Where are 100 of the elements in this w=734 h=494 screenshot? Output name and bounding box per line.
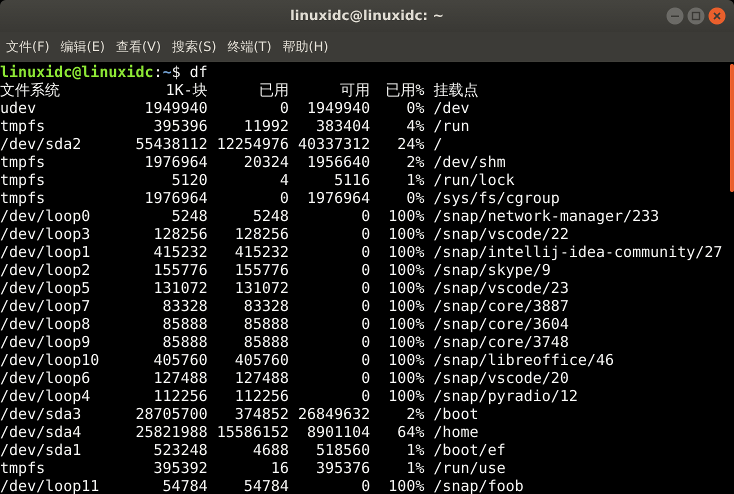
table-cell: /dev/loop10 — [0, 351, 100, 369]
table-cell: 100% — [388, 279, 424, 297]
table-cell: 0 — [361, 261, 370, 279]
table-cell: 54784 — [162, 477, 208, 494]
table-cell: 0 — [361, 351, 370, 369]
table-cell: 100% — [388, 297, 424, 315]
table-cell: /snap/vscode/23 — [433, 279, 569, 297]
table-cell: 83328 — [244, 297, 289, 315]
table-cell: /dev/sda2 — [0, 135, 82, 153]
table-cell: 100% — [388, 315, 424, 333]
table-cell: /dev/loop6 — [0, 369, 90, 387]
table-cell: 4% — [406, 117, 424, 135]
table-cell: /run/lock — [433, 171, 515, 189]
table-cell: 16 — [270, 459, 289, 477]
column-header: 1K-块 — [166, 81, 208, 99]
table-cell: 0 — [361, 333, 370, 351]
table-cell: 4688 — [252, 441, 289, 459]
table-cell: 1949940 — [307, 99, 370, 117]
table-cell: 0 — [361, 369, 370, 387]
table-cell: tmpfs — [0, 459, 46, 477]
table-cell: 131072 — [154, 279, 208, 297]
table-cell: 1% — [406, 441, 424, 459]
table-cell: 0 — [361, 207, 370, 225]
table-cell: 100% — [388, 351, 424, 369]
table-cell: /snap/core/3748 — [433, 333, 569, 351]
table-cell: 64% — [397, 423, 424, 441]
window-title: linuxidc@linuxidc: ~ — [290, 8, 444, 24]
table-cell: 128256 — [234, 225, 289, 243]
menu-item[interactable]: 查看(V) — [116, 38, 162, 56]
table-cell: 85888 — [244, 333, 289, 351]
table-cell: 1956640 — [307, 153, 370, 171]
table-cell: /dev — [433, 99, 470, 117]
table-cell: 100% — [388, 207, 424, 225]
command-prompt: linuxidc@linuxidc:~$ df — [0, 63, 208, 81]
table-cell: /snap/core/3887 — [433, 297, 569, 315]
menu-item[interactable]: 搜索(S) — [172, 38, 216, 56]
table-cell: /run — [433, 117, 470, 135]
table-cell: /dev/loop0 — [0, 207, 90, 225]
table-cell: 54784 — [244, 477, 289, 494]
table-cell: /dev/loop5 — [0, 279, 90, 297]
maximize-icon[interactable] — [687, 7, 705, 25]
table-cell: 2% — [406, 405, 424, 423]
table-cell: 383404 — [316, 117, 370, 135]
menu-item[interactable]: 终端(T) — [227, 38, 272, 56]
table-cell: tmpfs — [0, 171, 46, 189]
table-cell: 15586152 — [216, 423, 289, 441]
table-cell: 0% — [406, 99, 424, 117]
table-cell: 40337312 — [298, 135, 370, 153]
table-cell: /sys/fs/cgroup — [433, 189, 560, 207]
table-cell: 2% — [406, 153, 424, 171]
table-cell: / — [433, 135, 442, 153]
table-cell: 83328 — [162, 297, 208, 315]
table-cell: 11992 — [244, 117, 289, 135]
table-cell: 1949940 — [144, 99, 208, 117]
scrollbar-thumb[interactable] — [730, 64, 734, 192]
table-cell: /boot — [433, 405, 479, 423]
table-cell: 0 — [361, 225, 370, 243]
table-cell: 523248 — [154, 441, 208, 459]
table-cell: 0% — [406, 189, 424, 207]
table-cell: 112256 — [154, 387, 208, 405]
table-cell: 100% — [388, 477, 424, 494]
table-cell: 5248 — [252, 207, 289, 225]
menu-item[interactable]: 编辑(E) — [60, 38, 105, 56]
table-cell: 127488 — [234, 369, 289, 387]
table-cell: 1% — [406, 459, 424, 477]
table-cell: 20324 — [244, 153, 289, 171]
table-cell: 155776 — [154, 261, 208, 279]
menu-item[interactable]: 文件(F) — [6, 38, 50, 56]
table-cell: 415232 — [234, 243, 289, 261]
table-cell: 25821988 — [135, 423, 208, 441]
table-cell: 0 — [361, 387, 370, 405]
column-header: 已用 — [258, 81, 289, 99]
table-cell: 1976964 — [144, 153, 208, 171]
table-cell: /snap/pyradio/12 — [433, 387, 578, 405]
table-cell: 395392 — [154, 459, 208, 477]
close-icon[interactable] — [708, 7, 726, 25]
table-cell: 0 — [361, 297, 370, 315]
table-cell: /dev/sda4 — [0, 423, 82, 441]
table-cell: /snap/skype/9 — [433, 261, 551, 279]
table-cell: 127488 — [154, 369, 208, 387]
table-cell: 28705700 — [135, 405, 208, 423]
column-header: 已用% — [385, 81, 424, 99]
table-cell: 1976964 — [144, 189, 208, 207]
minimize-icon[interactable] — [666, 7, 684, 25]
table-cell: 374852 — [234, 405, 289, 423]
menu-item[interactable]: 帮助(H) — [282, 38, 328, 56]
table-cell: /dev/sda1 — [0, 441, 82, 459]
table-cell: /home — [433, 423, 479, 441]
table-cell: /snap/vscode/20 — [433, 369, 569, 387]
table-cell: 4 — [280, 171, 289, 189]
table-cell: /run/use — [433, 459, 506, 477]
table-cell: /boot/ef — [433, 441, 506, 459]
table-cell: /snap/network-manager/233 — [433, 207, 660, 225]
table-cell: 112256 — [234, 387, 289, 405]
table-cell: /dev/loop2 — [0, 261, 90, 279]
table-cell: /dev/sda3 — [0, 405, 82, 423]
table-cell: 100% — [388, 387, 424, 405]
table-cell: /dev/loop8 — [0, 315, 90, 333]
table-cell: 5248 — [172, 207, 208, 225]
table-cell: 100% — [388, 225, 424, 243]
